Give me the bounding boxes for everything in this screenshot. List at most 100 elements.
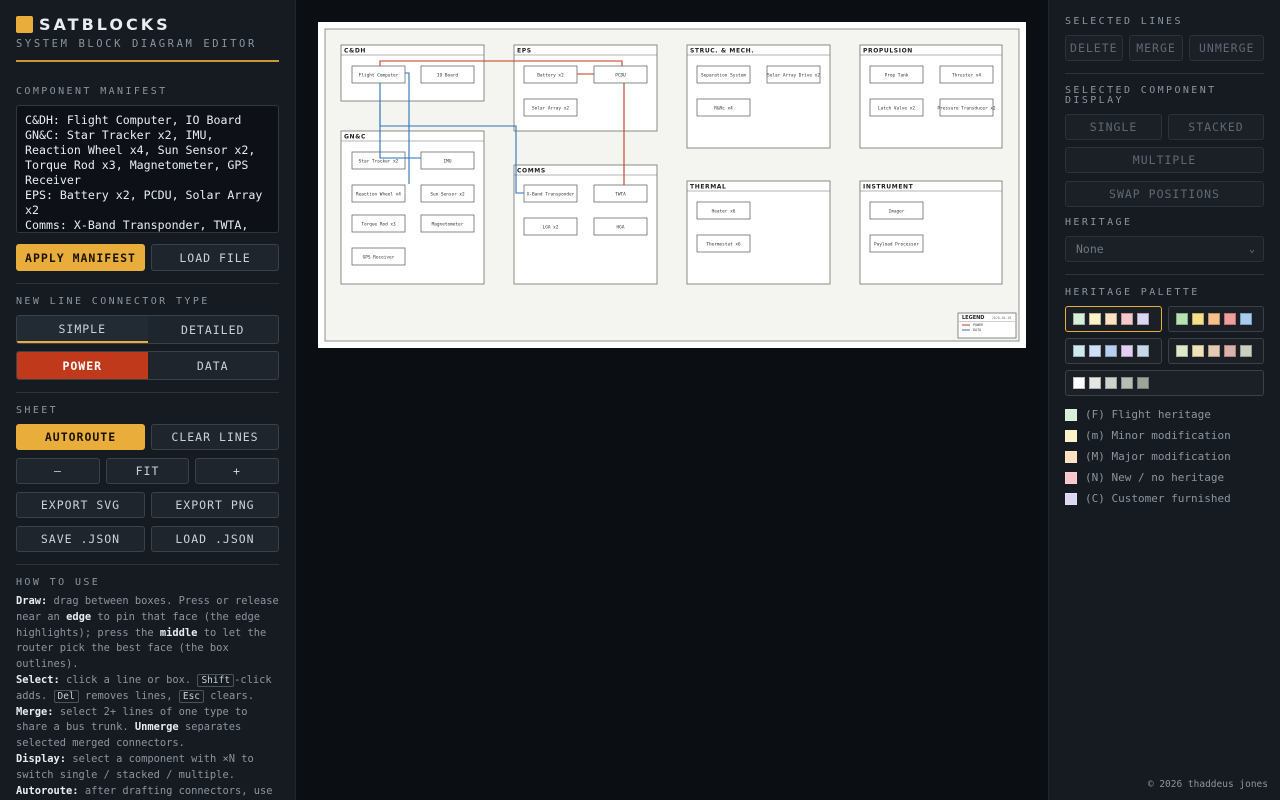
divider <box>1065 73 1264 74</box>
sheet-label: SHEET <box>16 405 59 416</box>
palette-swatch <box>1105 377 1117 389</box>
subsystem-title: INSTRUMENT <box>863 184 914 191</box>
divider <box>16 392 279 393</box>
palette-option-3[interactable] <box>1065 338 1162 364</box>
palette-swatch <box>1176 313 1188 325</box>
fit-button[interactable]: FIT <box>106 458 189 484</box>
heritage-swatch <box>1065 471 1077 484</box>
connector-detailed-option[interactable]: DETAILED <box>148 316 279 343</box>
unmerge-button[interactable]: UNMERGE <box>1189 35 1265 61</box>
connector-data-option[interactable]: DATA <box>148 352 279 379</box>
left-panel: SATBLOCKS SYSTEM BLOCK DIAGRAM EDITOR CO… <box>0 0 296 800</box>
export-png-button[interactable]: EXPORT PNG <box>151 492 279 518</box>
subsystem-box <box>686 44 831 149</box>
component-label: GPS Receiver <box>363 255 395 261</box>
app-title: SATBLOCKS <box>39 14 171 34</box>
legend-power-label: POWER <box>973 323 984 327</box>
heritage-legend-item: (F) Flight heritage <box>1065 404 1264 425</box>
palette-swatch <box>1240 345 1252 357</box>
component-label: TWTA <box>615 192 626 198</box>
block-diagram[interactable]: C&DH Flight Computer IO Board EPS Battery x2… <box>318 22 1026 348</box>
heritage-select[interactable]: None ⌄ <box>1065 236 1264 262</box>
palette-grid <box>1065 306 1264 396</box>
component-label: Separation System <box>701 73 746 79</box>
palette-swatch <box>1137 313 1149 325</box>
component-label: Thermostat x6 <box>706 242 741 248</box>
heritage-legend: (F) Flight heritage (m) Minor modificatio… <box>1065 404 1264 509</box>
component-label: Prop Tank <box>885 73 909 79</box>
component-label: Battery x2 <box>537 73 564 79</box>
shift-key: Shift <box>197 673 235 687</box>
component-label: PCDU <box>615 73 626 79</box>
heritage-legend-label: (M) Major modification <box>1085 450 1231 463</box>
howto-text: Draw: drag between boxes. Press or relea… <box>16 595 279 797</box>
logo-icon <box>16 15 33 33</box>
connector-label: NEW LINE CONNECTOR TYPE <box>16 296 210 307</box>
diagram-canvas[interactable]: C&DH Flight Computer IO Board EPS Battery x2… <box>318 22 1026 348</box>
save-json-button[interactable]: SAVE .JSON <box>16 526 145 552</box>
selected-lines-label: SELECTED LINES <box>1065 16 1183 27</box>
connector-type-toggle: POWER DATA <box>16 351 279 380</box>
multiple-button[interactable]: MULTIPLE <box>1065 147 1264 173</box>
heritage-legend-label: (C) Customer furnished <box>1085 492 1231 505</box>
apply-manifest-button[interactable]: APPLY MANIFEST <box>16 244 145 271</box>
component-label: Imager <box>889 209 905 215</box>
palette-swatch <box>1073 345 1085 357</box>
palette-swatch <box>1192 345 1204 357</box>
delete-button[interactable]: DELETE <box>1065 35 1123 61</box>
component-label: Solar Array x2 <box>532 106 569 112</box>
palette-swatch <box>1137 377 1149 389</box>
heritage-legend-item: (M) Major modification <box>1065 446 1264 467</box>
merge-button[interactable]: MERGE <box>1128 35 1184 61</box>
load-json-button[interactable]: LOAD .JSON <box>151 526 279 552</box>
stacked-button[interactable]: STACKED <box>1168 114 1264 140</box>
right-panel: SELECTED LINES DELETE MERGE UNMERGE SELE… <box>1048 0 1280 800</box>
palette-option-5[interactable] <box>1065 370 1264 396</box>
manifest-textarea[interactable]: C&DH: Flight Computer, IO Board GN&C: St… <box>16 105 279 233</box>
connector-power-option[interactable]: POWER <box>17 352 148 379</box>
subsystem-box <box>686 180 831 285</box>
heritage-swatch <box>1065 492 1077 505</box>
palette-swatch <box>1105 345 1117 357</box>
autoroute-button[interactable]: AUTOROUTE <box>16 424 145 450</box>
component-label: Sun Sensor x2 <box>430 192 465 198</box>
load-file-button[interactable]: LOAD FILE <box>151 244 279 271</box>
clear-lines-button[interactable]: CLEAR LINES <box>151 424 279 450</box>
component-label: X-Band Transponder <box>527 192 575 198</box>
palette-option-2[interactable] <box>1168 306 1264 332</box>
component-label: LGA x2 <box>543 225 559 231</box>
palette-swatch <box>1121 377 1133 389</box>
palette-swatch <box>1192 313 1204 325</box>
legend-data-label: DATA <box>973 328 981 332</box>
component-label: Pressure Transducer x2 <box>937 106 996 112</box>
divider <box>1065 274 1264 275</box>
heritage-legend-label: (m) Minor modification <box>1085 429 1231 442</box>
heritage-select-value: None <box>1076 242 1104 256</box>
subsystem-box <box>859 44 1003 149</box>
component-label: Thruster x4 <box>952 73 981 79</box>
manifest-label: COMPONENT MANIFEST <box>16 86 168 97</box>
zoom-in-button[interactable]: + <box>195 458 279 484</box>
subsystem-title: THERMAL <box>690 184 726 191</box>
palette-swatch <box>1089 377 1101 389</box>
palette-option-4[interactable] <box>1168 338 1264 364</box>
legend-stamp: 2026-04-18 <box>992 316 1011 320</box>
esc-key: Esc <box>178 689 205 703</box>
heritage-swatch <box>1065 429 1077 442</box>
swap-positions-button[interactable]: SWAP POSITIONS <box>1065 181 1264 207</box>
legend-title: LEGEND <box>962 315 984 321</box>
palette-swatch <box>1208 345 1220 357</box>
export-svg-button[interactable]: EXPORT SVG <box>16 492 145 518</box>
component-label: Star Tracker x2 <box>359 159 399 165</box>
single-button[interactable]: SINGLE <box>1065 114 1162 140</box>
component-label: Payload Processor <box>874 242 919 248</box>
palette-option-1[interactable] <box>1065 306 1162 332</box>
component-label: IO Board <box>437 73 459 79</box>
component-display-label: SELECTED COMPONENT DISPLAY <box>1065 85 1217 106</box>
zoom-out-button[interactable]: – <box>16 458 100 484</box>
component-label: Flight Computer <box>359 73 399 79</box>
connector-simple-option[interactable]: SIMPLE <box>17 316 148 343</box>
connector-style-toggle: SIMPLE DETAILED <box>16 315 279 344</box>
component-label: Latch Valve x2 <box>878 106 915 112</box>
palette-swatch <box>1121 345 1133 357</box>
